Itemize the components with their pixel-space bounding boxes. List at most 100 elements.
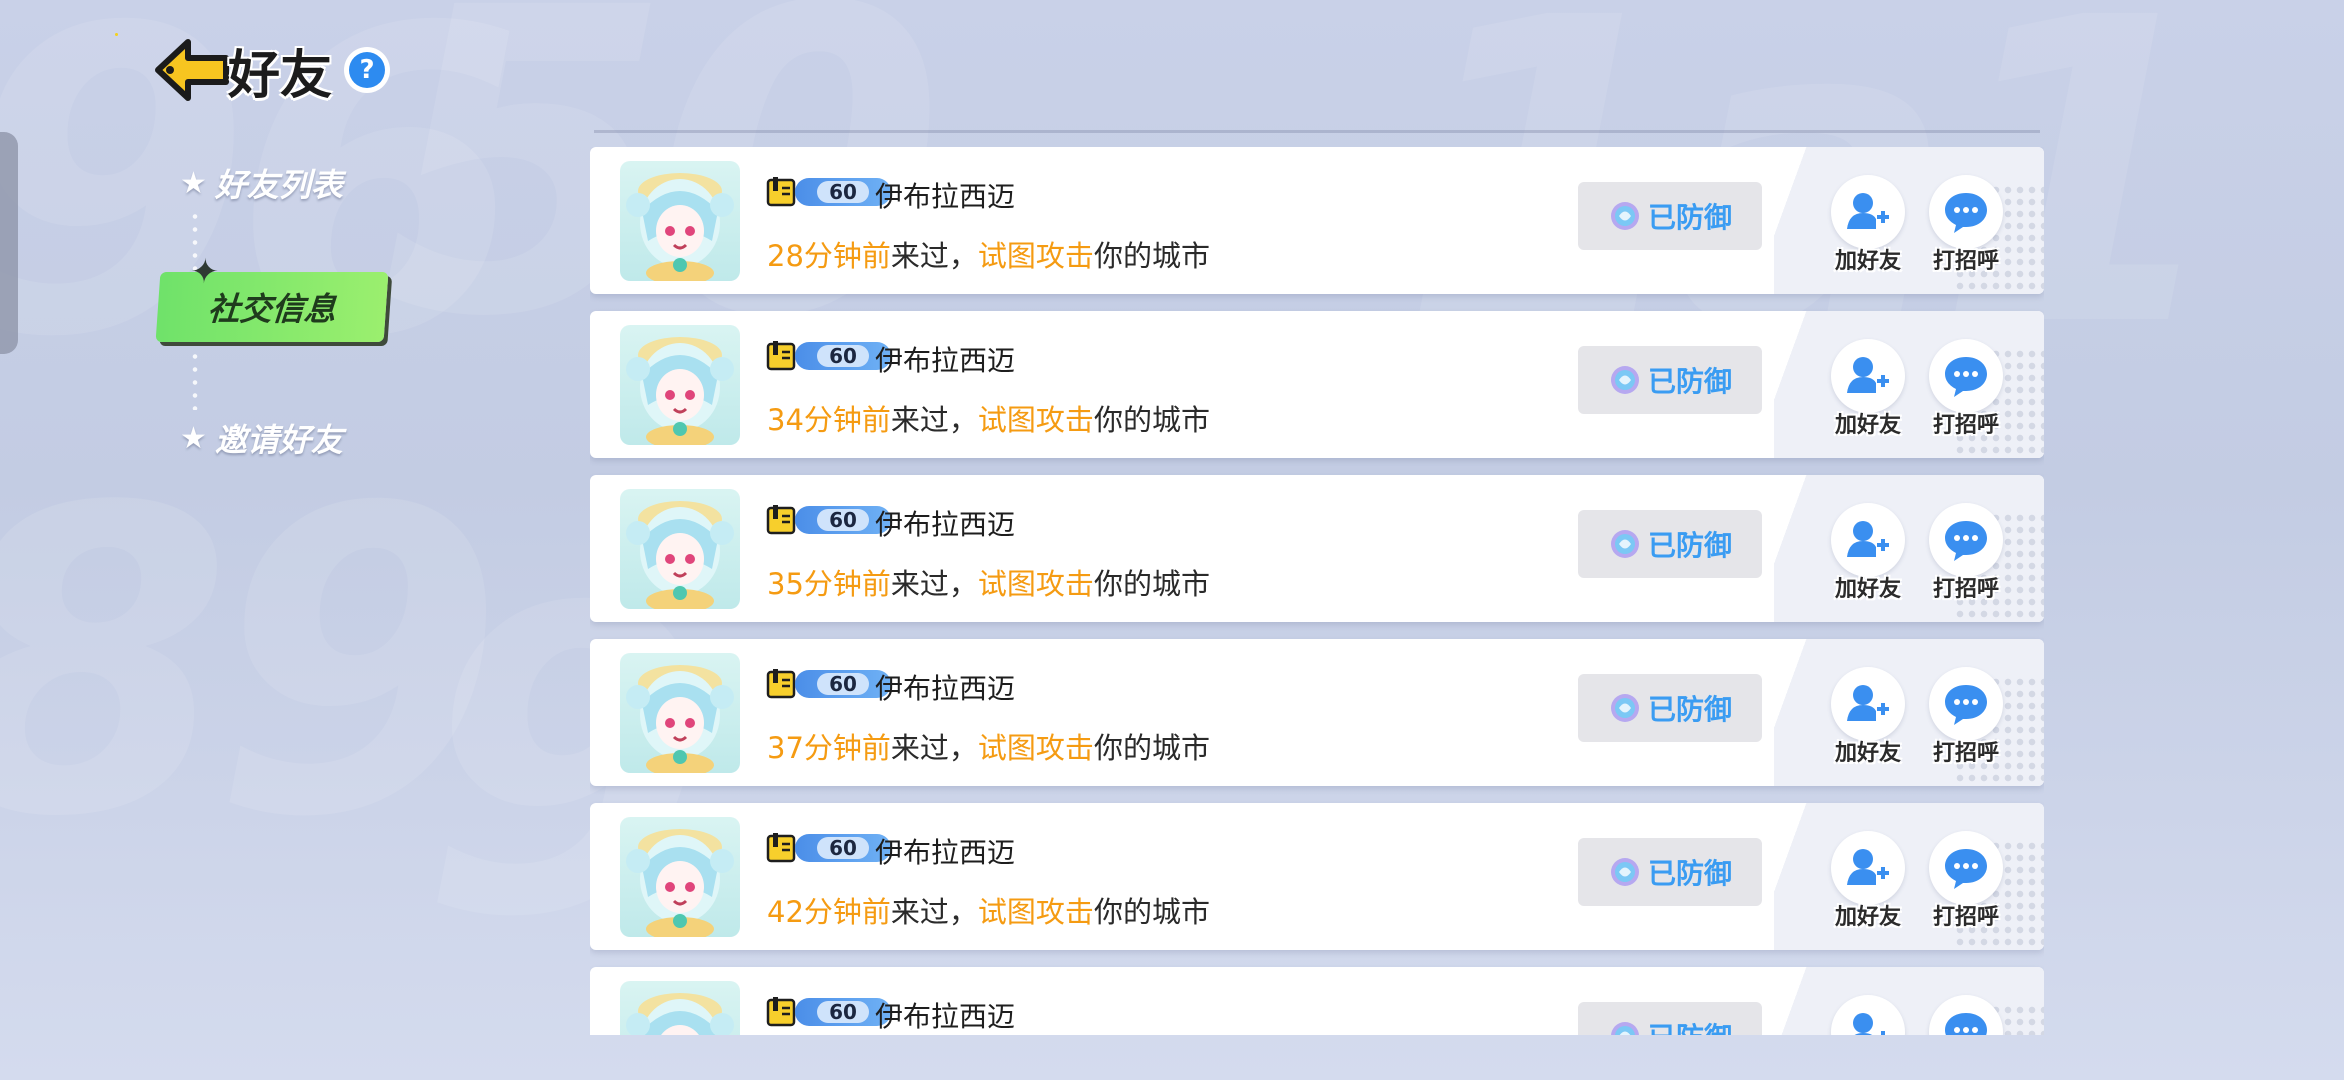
level-badge: 60 xyxy=(765,503,891,537)
greet-button[interactable] xyxy=(1926,995,2006,1035)
add-friend-button[interactable]: 加好友 xyxy=(1828,175,1908,275)
greet-button[interactable]: 打招呼 xyxy=(1926,175,2006,275)
shield-icon xyxy=(1610,858,1639,886)
shield-icon xyxy=(1610,202,1639,230)
greet-button[interactable]: 打招呼 xyxy=(1926,667,2006,767)
level-badge: 60 xyxy=(765,339,891,373)
greet-label: 打招呼 xyxy=(1932,249,1999,274)
nav-connector xyxy=(192,350,198,410)
shield-icon xyxy=(1610,694,1639,722)
status-label: 已防御 xyxy=(1648,1016,1732,1035)
back-arrow-icon[interactable] xyxy=(150,30,234,110)
star-icon: ★ xyxy=(180,420,207,456)
record-action: 试图攻击 xyxy=(977,731,1094,765)
add-friend-button[interactable]: 加好友 xyxy=(1828,667,1908,767)
record-card: 60 伊布拉西迈 42分钟前来过，试图攻击你的城市 已防御 加好友 打招呼 xyxy=(590,803,2044,950)
book-icon xyxy=(766,833,796,863)
nav-item-label: 社交信息 xyxy=(206,290,338,328)
add-user-icon xyxy=(1853,1013,1885,1035)
add-user-icon xyxy=(1847,193,1889,229)
record-message: 35分钟前来过，试图攻击你的城市 xyxy=(767,561,1210,603)
book-icon xyxy=(766,177,796,207)
defended-status-button[interactable]: 已防御 xyxy=(1578,510,1762,578)
character-avatar-icon xyxy=(626,665,734,773)
defended-status-button[interactable]: 已防御 xyxy=(1578,674,1762,742)
status-label: 已防御 xyxy=(1647,365,1732,398)
social-record-list[interactable]: 60 伊布拉西迈 28分钟前来过，试图攻击你的城市 已防御 加好友 打招呼 60… xyxy=(590,147,2044,1035)
add-user-icon xyxy=(1847,521,1889,557)
level-value: 60 xyxy=(817,345,869,367)
defended-status-button[interactable]: 已防御 xyxy=(1578,1002,1762,1035)
add-friend-button[interactable]: 加好友 xyxy=(1828,831,1908,931)
level-value: 60 xyxy=(817,1001,869,1023)
player-name[interactable]: 伊布拉西迈 xyxy=(875,995,1015,1035)
avatar[interactable] xyxy=(620,489,740,609)
avatar[interactable] xyxy=(620,161,740,281)
nav-item-social-info[interactable]: ✦ 社交信息 xyxy=(155,252,389,342)
record-card: 60 伊布拉西迈 35分钟前来过，试图攻击你的城市 已防御 加好友 打招呼 xyxy=(590,475,2044,622)
record-time: 34分钟前 xyxy=(767,403,891,437)
player-name[interactable]: 伊布拉西迈 xyxy=(875,667,1015,707)
greet-button[interactable]: 打招呼 xyxy=(1926,339,2006,439)
nav-item-invite-friends[interactable]: ★ 邀请好友 xyxy=(180,415,343,461)
add-friend-label: 加好友 xyxy=(1834,577,1901,602)
avatar[interactable] xyxy=(620,817,740,937)
level-value: 60 xyxy=(817,837,869,859)
record-card: 60 伊布拉西迈 34分钟前来过，试图攻击你的城市 已防御 加好友 打招呼 xyxy=(590,311,2044,458)
record-time: 37分钟前 xyxy=(767,731,891,765)
player-name[interactable]: 伊布拉西迈 xyxy=(875,339,1015,379)
shield-icon xyxy=(1610,530,1639,558)
defended-status-button[interactable]: 已防御 xyxy=(1578,346,1762,414)
star-icon: ★ xyxy=(180,165,207,201)
avatar[interactable] xyxy=(620,325,740,445)
character-avatar-icon xyxy=(626,173,734,281)
greet-button[interactable]: 打招呼 xyxy=(1926,503,2006,603)
page-header: 好友 ? xyxy=(150,30,391,110)
avatar[interactable] xyxy=(620,981,740,1035)
record-message: 37分钟前来过，试图攻击你的城市 xyxy=(767,725,1210,767)
add-friend-label: 加好友 xyxy=(1834,905,1901,930)
add-friend-button[interactable] xyxy=(1828,995,1908,1035)
record-time: 35分钟前 xyxy=(767,567,891,601)
nav-item-friend-list[interactable]: ★ 好友列表 xyxy=(180,160,343,206)
record-message: 34分钟前来过，试图攻击你的城市 xyxy=(767,397,1210,439)
record-time: 42分钟前 xyxy=(767,895,891,929)
add-friend-button[interactable]: 加好友 xyxy=(1828,503,1908,603)
avatar[interactable] xyxy=(620,653,740,773)
defended-status-button[interactable]: 已防御 xyxy=(1578,838,1762,906)
help-button[interactable]: ? xyxy=(344,47,391,93)
status-label: 已防御 xyxy=(1647,201,1732,234)
list-divider xyxy=(594,130,2040,133)
record-card: 60 伊布拉西迈 37分钟前来过，试图攻击你的城市 已防御 加好友 打招呼 xyxy=(590,639,2044,786)
greet-button[interactable]: 打招呼 xyxy=(1926,831,2006,931)
nav-item-label: 好友列表 xyxy=(214,166,343,204)
level-value: 60 xyxy=(817,509,869,531)
shield-icon xyxy=(1611,1022,1639,1035)
book-icon xyxy=(766,669,796,699)
defended-status-button[interactable]: 已防御 xyxy=(1578,182,1762,250)
chat-bubble-icon xyxy=(1945,521,1987,561)
player-name[interactable]: 伊布拉西迈 xyxy=(875,503,1015,543)
add-friend-label: 加好友 xyxy=(1834,741,1901,766)
player-name[interactable]: 伊布拉西迈 xyxy=(875,831,1015,871)
record-target: 你的城市 xyxy=(1093,239,1210,273)
character-avatar-icon xyxy=(626,993,734,1035)
level-badge: 60 xyxy=(765,995,891,1029)
record-came: 来过， xyxy=(890,567,978,601)
record-action: 试图攻击 xyxy=(977,895,1094,929)
character-avatar-icon xyxy=(626,501,734,609)
book-icon xyxy=(766,341,796,371)
record-target: 你的城市 xyxy=(1093,731,1210,765)
add-friend-label: 加好友 xyxy=(1834,413,1901,438)
character-avatar-icon xyxy=(626,829,734,937)
player-name[interactable]: 伊布拉西迈 xyxy=(875,175,1015,215)
book-icon xyxy=(766,505,796,535)
nav-item-label: 邀请好友 xyxy=(214,421,343,459)
character-avatar-icon xyxy=(626,337,734,445)
record-time: 28分钟前 xyxy=(767,239,891,273)
level-badge: 60 xyxy=(765,667,891,701)
add-friend-label: 加好友 xyxy=(1834,249,1901,274)
side-drawer-handle[interactable] xyxy=(0,132,18,354)
add-friend-button[interactable]: 加好友 xyxy=(1828,339,1908,439)
star-badge-icon: ✦ xyxy=(189,252,221,292)
